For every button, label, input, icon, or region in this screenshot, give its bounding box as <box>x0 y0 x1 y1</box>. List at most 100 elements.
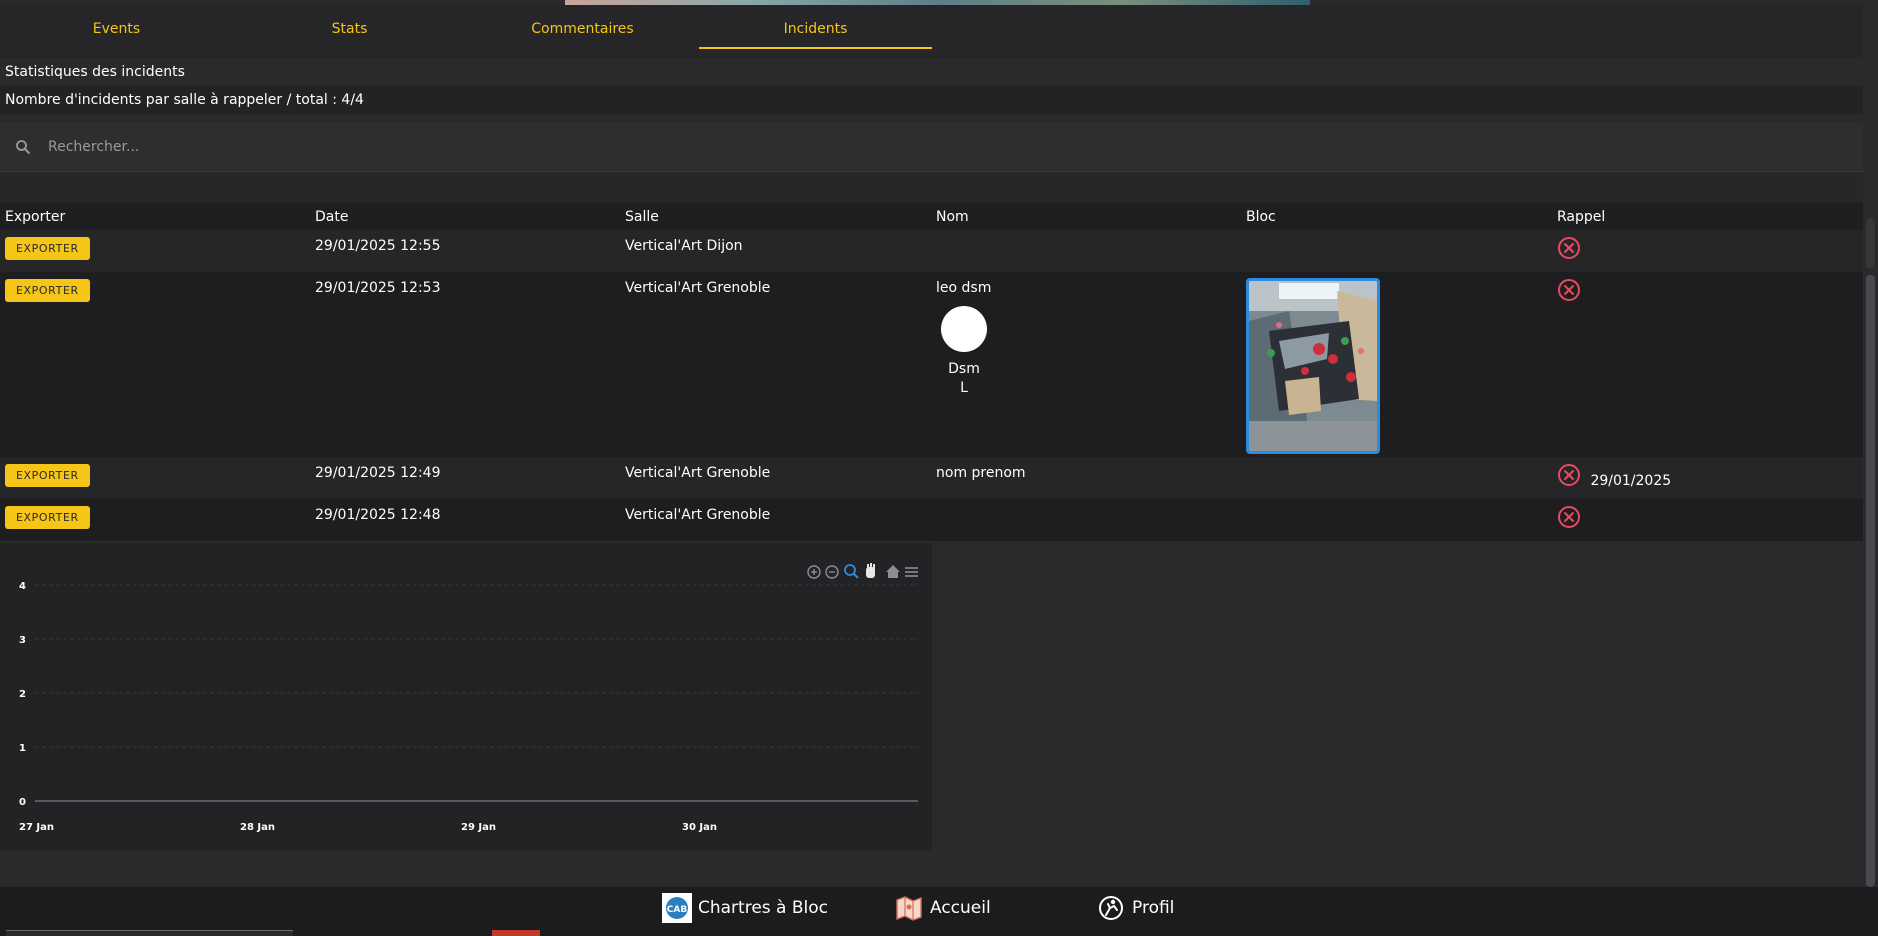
avatar[interactable] <box>941 306 987 352</box>
chart-x-ticks: 27 Jan 28 Jan 29 Jan 30 Jan <box>19 822 717 833</box>
chart-right-empty-pane <box>932 543 1863 850</box>
nav-accueil[interactable]: Accueil <box>894 887 991 929</box>
zoom-in-icon[interactable] <box>807 565 821 579</box>
rappel-cell <box>1552 230 1863 272</box>
browser-bottom-bar <box>6 930 293 936</box>
x-tick-label: 30 Jan <box>682 822 717 833</box>
avatar-block: Dsm L <box>936 306 992 398</box>
export-button[interactable]: EXPORTER <box>5 237 90 260</box>
close-circle-icon[interactable] <box>1557 505 1581 529</box>
nom-cell: nom prenom <box>936 465 1026 481</box>
export-cell: EXPORTER <box>0 230 310 272</box>
date-cell: 29/01/2025 12:49 <box>315 465 441 481</box>
y-tick-label: 1 <box>19 743 26 754</box>
table-toolbar-spacer <box>0 173 1863 203</box>
x-tick-label: 27 Jan <box>19 822 54 833</box>
bloc-photo-thumbnail[interactable] <box>1246 278 1380 454</box>
incident-summary: Nombre d'incidents par salle à rappeler … <box>0 86 1863 114</box>
home-icon[interactable] <box>886 565 900 578</box>
zoom-select-icon[interactable] <box>844 564 859 579</box>
header-nom[interactable]: Nom <box>931 209 1241 225</box>
rappel-cell <box>1552 499 1863 541</box>
date-cell: 29/01/2025 12:53 <box>315 280 441 296</box>
tab-stats[interactable]: Stats <box>233 5 466 53</box>
header-exporter[interactable]: Exporter <box>0 209 310 225</box>
bloc-cell <box>1241 457 1552 499</box>
date-cell: 29/01/2025 12:55 <box>315 238 441 254</box>
nav-label-chartres: Chartres à Bloc <box>698 898 829 918</box>
zoom-out-icon[interactable] <box>825 565 839 579</box>
salle-cell: Vertical'Art Grenoble <box>625 507 771 523</box>
nom-cell: leo dsm Dsm L <box>931 272 1241 457</box>
content-footer-band <box>0 850 1863 887</box>
scrollbar-thumb[interactable] <box>1866 275 1875 887</box>
table-header: Exporter Date Salle Nom Bloc Rappel <box>0 203 1863 230</box>
menu-icon[interactable] <box>905 567 918 577</box>
bloc-cell <box>1241 230 1552 272</box>
profile-climber-icon <box>1097 894 1125 922</box>
x-tick-label: 29 Jan <box>461 822 496 833</box>
export-button[interactable]: EXPORTER <box>5 506 90 529</box>
browser-bottom-red-tab <box>492 930 540 936</box>
cab-logo-icon: CAB <box>662 893 692 923</box>
header-date[interactable]: Date <box>310 209 620 225</box>
export-button[interactable]: EXPORTER <box>5 279 90 302</box>
salle-cell: Vertical'Art Grenoble <box>625 465 771 481</box>
table-row: EXPORTER 29/01/2025 12:53 Vertical'Art G… <box>0 272 1863 457</box>
map-icon <box>896 896 922 921</box>
bloc-photo <box>1249 281 1377 451</box>
chart-y-ticks: 0 1 2 3 4 <box>19 581 26 808</box>
nav-profil[interactable]: Profil <box>1096 887 1174 929</box>
export-cell: EXPORTER <box>0 457 310 499</box>
pan-hand-icon[interactable] <box>866 563 875 578</box>
salle-cell: Vertical'Art Grenoble <box>625 280 771 296</box>
tab-events[interactable]: Events <box>0 5 233 53</box>
table-row: EXPORTER 29/01/2025 12:55 Vertical'Art D… <box>0 230 1863 272</box>
scrollbar-upper-segment[interactable] <box>1866 218 1875 268</box>
tab-bar: Events Stats Commentaires Incidents <box>0 5 1863 58</box>
nav-label-profil: Profil <box>1132 898 1175 918</box>
chart-toolbar <box>807 563 918 579</box>
tab-commentaires[interactable]: Commentaires <box>466 5 699 53</box>
export-button[interactable]: EXPORTER <box>5 464 90 487</box>
close-circle-icon[interactable] <box>1557 463 1581 487</box>
incidents-table: Exporter Date Salle Nom Bloc Rappel EXPO… <box>0 203 1863 541</box>
rappel-date: 29/01/2025 <box>1590 473 1672 489</box>
y-tick-label: 2 <box>19 689 26 700</box>
bottom-nav: CAB Chartres à Bloc Accueil Profil <box>0 887 1878 929</box>
rappel-cell: 29/01/2025 <box>1552 457 1863 499</box>
x-tick-label: 28 Jan <box>240 822 275 833</box>
export-cell: EXPORTER <box>0 272 310 457</box>
rappel-cell <box>1552 272 1863 457</box>
nav-label-accueil: Accueil <box>930 898 991 918</box>
tab-incidents[interactable]: Incidents <box>699 5 932 53</box>
y-tick-label: 3 <box>19 635 26 646</box>
header-rappel[interactable]: Rappel <box>1552 209 1863 225</box>
header-bloc[interactable]: Bloc <box>1241 209 1552 225</box>
bloc-cell <box>1241 272 1552 457</box>
y-tick-label: 0 <box>19 797 26 808</box>
nom-cell <box>931 230 1241 272</box>
bloc-cell <box>1241 499 1552 541</box>
table-row: EXPORTER 29/01/2025 12:48 Vertical'Art G… <box>0 499 1863 541</box>
search-icon <box>16 139 30 154</box>
y-tick-label: 4 <box>19 581 26 592</box>
table-row: EXPORTER 29/01/2025 12:49 Vertical'Art G… <box>0 457 1863 499</box>
nav-chartres-a-bloc[interactable]: CAB Chartres à Bloc <box>662 887 828 929</box>
incidents-chart-panel: 0 1 2 3 4 27 Jan 28 Jan 29 Jan 30 Jan <box>0 543 932 850</box>
export-cell: EXPORTER <box>0 499 310 541</box>
search-input[interactable] <box>48 126 1863 167</box>
nom-cell <box>931 499 1241 541</box>
avatar-name-line1: Dsm <box>948 361 980 377</box>
chart-grid <box>35 584 918 748</box>
date-cell: 29/01/2025 12:48 <box>315 507 441 523</box>
salle-cell: Vertical'Art Dijon <box>625 238 743 254</box>
cab-logo-text: CAB <box>667 905 688 915</box>
close-circle-icon[interactable] <box>1557 236 1581 260</box>
search-bar <box>0 122 1863 172</box>
close-circle-icon[interactable] <box>1557 278 1581 302</box>
avatar-name-line2: L <box>960 380 968 396</box>
header-salle[interactable]: Salle <box>620 209 931 225</box>
section-title: Statistiques des incidents <box>0 58 1863 86</box>
user-name: leo dsm <box>936 280 992 296</box>
